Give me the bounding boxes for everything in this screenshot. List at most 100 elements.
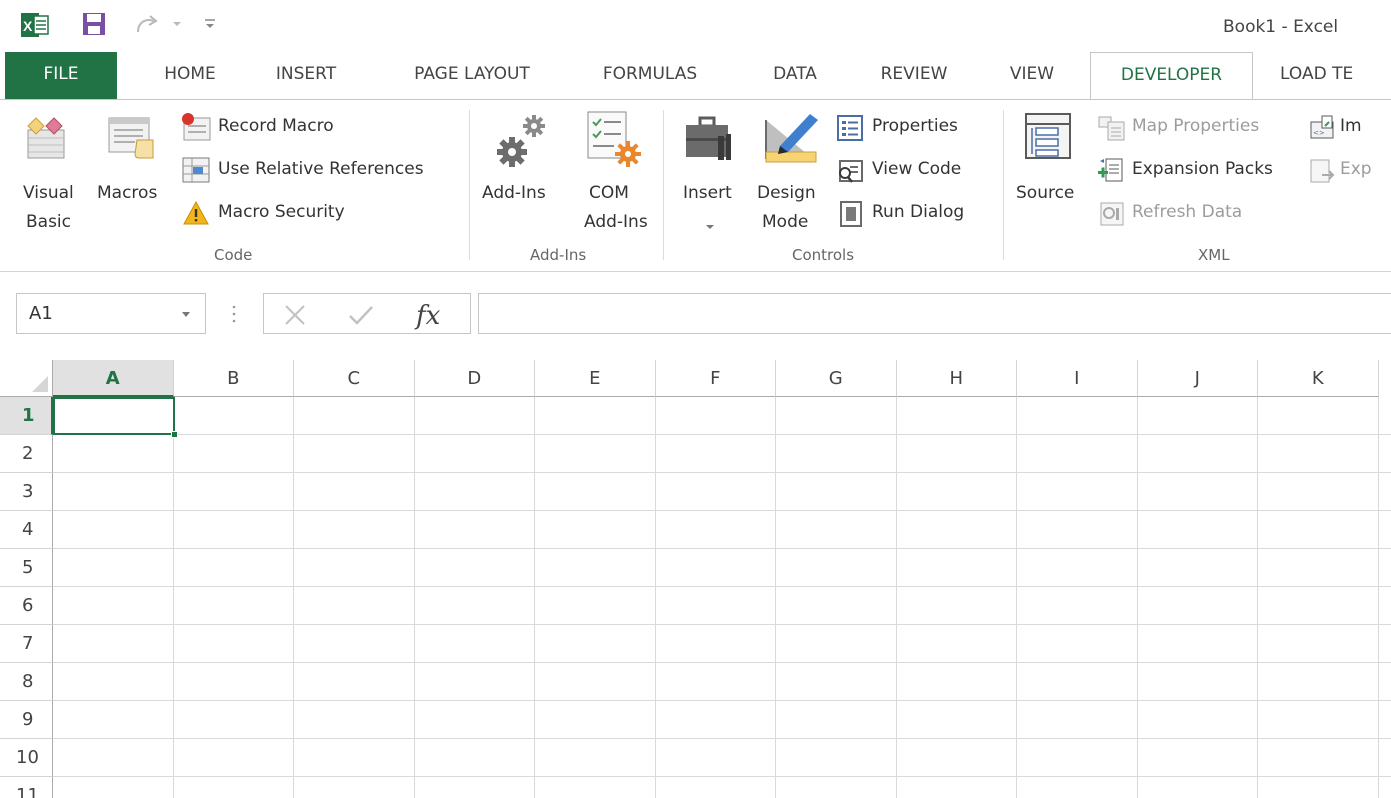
column-header-j[interactable]: J <box>1137 360 1258 397</box>
gridline-horizontal <box>53 586 1391 587</box>
row-header-5[interactable]: 5 <box>0 549 53 587</box>
tab-view[interactable]: VIEW <box>997 52 1067 99</box>
com-add-ins-label-1: COM <box>589 183 629 203</box>
svg-text:<>: <> <box>1313 129 1325 137</box>
cancel-icon[interactable] <box>284 304 306 326</box>
add-ins-button[interactable]: Add-Ins <box>478 108 568 218</box>
save-icon[interactable] <box>81 11 107 37</box>
tab-developer[interactable]: DEVELOPER <box>1090 52 1253 100</box>
formula-bar-grip-icon[interactable] <box>232 305 236 323</box>
select-all-corner[interactable] <box>0 360 53 397</box>
column-header-h[interactable]: H <box>896 360 1017 397</box>
column-header-e[interactable]: E <box>535 360 656 397</box>
import-label: Im <box>1340 116 1362 136</box>
redo-icon[interactable] <box>134 12 162 36</box>
gridline-horizontal <box>53 472 1391 473</box>
column-header-g[interactable]: G <box>776 360 897 397</box>
tab-file[interactable]: FILE <box>5 52 117 99</box>
row-header-4[interactable]: 4 <box>0 511 53 549</box>
column-header-k[interactable]: K <box>1258 360 1379 397</box>
macro-security-button[interactable]: Macro Security <box>180 198 370 230</box>
column-header-d[interactable]: D <box>414 360 535 397</box>
customize-qat-icon[interactable] <box>203 16 217 32</box>
source-button[interactable]: Source <box>1012 108 1088 218</box>
worksheet-grid[interactable]: ABCDEFGHIJK 1 2 3 4 5 6 7 8 9 10 11 <box>0 360 1391 798</box>
row-header-9[interactable]: 9 <box>0 701 53 739</box>
record-macro-label: Record Macro <box>218 116 334 136</box>
enter-check-icon[interactable] <box>348 304 374 326</box>
insert-control-button[interactable]: Insert <box>674 108 746 238</box>
row-header-8[interactable]: 8 <box>0 663 53 701</box>
row-header-1[interactable]: 1 <box>0 397 53 435</box>
visual-basic-icon <box>27 117 65 159</box>
tab-data[interactable]: DATA <box>750 52 840 99</box>
refresh-data-label: Refresh Data <box>1132 202 1243 222</box>
use-relative-references-label: Use Relative References <box>218 159 424 179</box>
gridline-horizontal <box>53 548 1391 549</box>
column-header-a[interactable]: A <box>53 360 174 397</box>
macro-security-label: Macro Security <box>218 202 345 222</box>
import-icon: <> <box>1310 115 1334 139</box>
use-relative-references-button[interactable]: Use Relative References <box>180 155 455 187</box>
gridline-horizontal <box>53 662 1391 663</box>
export-label: Exp <box>1340 159 1372 179</box>
map-properties-label: Map Properties <box>1132 116 1260 136</box>
active-cell-a1[interactable] <box>53 397 175 435</box>
row-header-2[interactable]: 2 <box>0 435 53 473</box>
properties-label: Properties <box>872 116 958 136</box>
design-mode-button[interactable]: Design Mode <box>752 108 828 238</box>
run-dialog-icon <box>840 201 862 227</box>
column-header-b[interactable]: B <box>173 360 294 397</box>
xml-source-icon <box>1025 113 1071 159</box>
visual-basic-button[interactable]: Visual Basic <box>10 108 90 238</box>
column-header-i[interactable]: I <box>1017 360 1138 397</box>
tab-review[interactable]: REVIEW <box>866 52 962 99</box>
macros-button[interactable]: Macros <box>95 108 171 218</box>
column-header-c[interactable]: C <box>294 360 415 397</box>
fill-handle[interactable] <box>171 431 178 438</box>
tab-home[interactable]: HOME <box>142 52 238 99</box>
excel-logo-icon[interactable]: X <box>20 10 50 40</box>
warning-icon <box>183 200 209 225</box>
map-properties-icon <box>1098 116 1125 141</box>
view-code-button[interactable]: View Code <box>836 155 986 187</box>
com-add-ins-icon <box>587 111 641 167</box>
tab-page-layout[interactable]: PAGE LAYOUT <box>392 52 552 99</box>
tab-formulas[interactable]: FORMULAS <box>585 52 715 99</box>
properties-button[interactable]: Properties <box>836 112 986 144</box>
run-dialog-button[interactable]: Run Dialog <box>836 198 986 230</box>
expansion-packs-button[interactable]: Expansion Packs <box>1096 155 1301 187</box>
import-button[interactable]: <> Im <box>1306 112 1391 144</box>
row-header-3[interactable]: 3 <box>0 473 53 511</box>
tab-load-test[interactable]: LOAD TE <box>1280 52 1391 99</box>
formula-input[interactable] <box>478 293 1391 334</box>
dropdown-arrow-icon <box>706 225 714 229</box>
dropdown-arrow-icon[interactable] <box>172 20 182 28</box>
name-box-value: A1 <box>29 303 53 324</box>
row-header-10[interactable]: 10 <box>0 739 53 777</box>
group-label-add-ins: Add-Ins <box>530 246 587 264</box>
insert-function-icon[interactable]: fx <box>414 298 454 332</box>
tab-insert[interactable]: INSERT <box>258 52 354 99</box>
record-macro-button[interactable]: Record Macro <box>180 112 365 144</box>
export-button: Exp <box>1306 155 1391 187</box>
row-header-6[interactable]: 6 <box>0 587 53 625</box>
com-add-ins-button[interactable]: COM Add-Ins <box>576 108 656 238</box>
expansion-packs-icon <box>1098 158 1123 182</box>
column-header-f[interactable]: F <box>655 360 776 397</box>
view-code-label: View Code <box>872 159 962 179</box>
name-box-dropdown-icon[interactable] <box>181 311 191 319</box>
ribbon-tabs: FILE HOME INSERT PAGE LAYOUT FORMULAS DA… <box>0 52 1391 100</box>
svg-text:fx: fx <box>414 301 441 331</box>
row-header-11[interactable]: 11 <box>0 777 53 798</box>
svg-text:X: X <box>23 18 33 34</box>
name-box[interactable]: A1 <box>16 293 206 334</box>
gridline-horizontal <box>53 776 1391 777</box>
run-dialog-label: Run Dialog <box>872 202 965 222</box>
gridline-horizontal <box>53 510 1391 511</box>
export-icon <box>1310 159 1335 183</box>
toolbox-icon <box>686 116 731 160</box>
row-header-7[interactable]: 7 <box>0 625 53 663</box>
view-code-icon <box>839 160 863 183</box>
gridline-horizontal <box>53 700 1391 701</box>
